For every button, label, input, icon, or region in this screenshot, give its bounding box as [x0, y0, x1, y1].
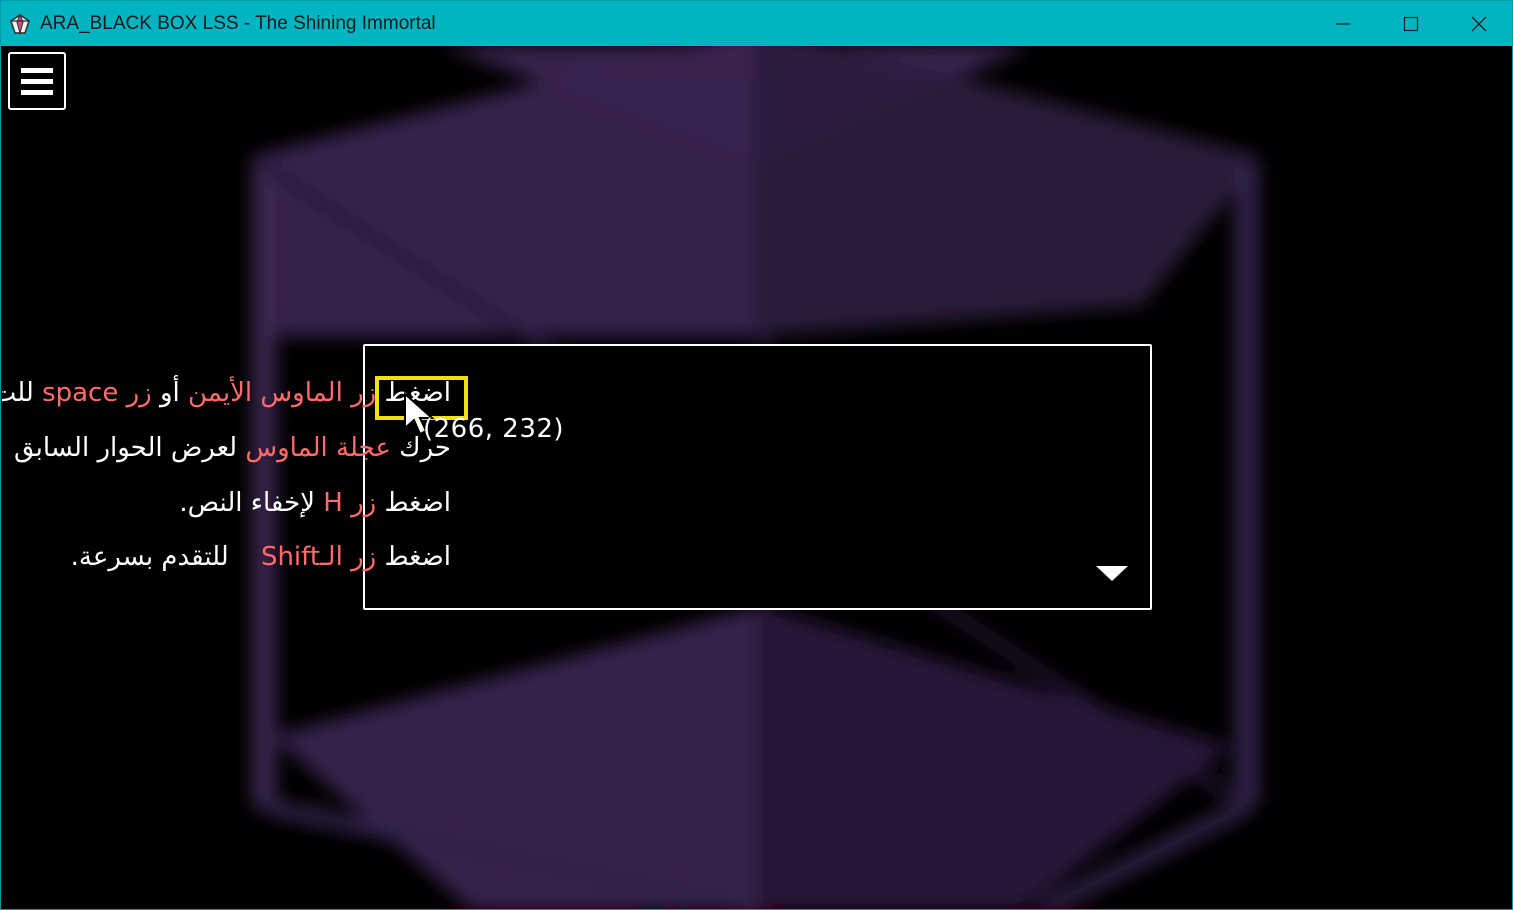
instruction-line-skip: اضغط زر الـShift للتقدم بسرعة. — [70, 542, 451, 572]
click-coordinates-label: (266, 232) — [423, 414, 565, 444]
menu-button[interactable] — [8, 52, 66, 110]
close-button[interactable] — [1445, 1, 1512, 46]
hamburger-menu-icon — [21, 67, 53, 73]
maximize-icon — [1403, 16, 1419, 31]
instruction-line-scroll: حرك عجلة الماوس لعرض الحوار السابق — [14, 433, 451, 463]
close-icon — [1471, 16, 1487, 31]
minimize-icon — [1336, 22, 1350, 25]
game-window: ARA_BLACK BOX LSS - The Shining Immortal — [0, 0, 1513, 910]
dialog-box[interactable] — [363, 344, 1152, 610]
instruction-line-hide: اضغط زر H لإخفاء النص. — [179, 488, 451, 518]
window-title: ARA_BLACK BOX LSS - The Shining Immortal — [40, 13, 436, 34]
minimize-button[interactable] — [1309, 1, 1377, 46]
game-canvas[interactable]: اضغط زر الماوس الأيمن أو زر space للت حر… — [2, 46, 1512, 909]
app-gem-icon — [10, 13, 30, 35]
maximize-button[interactable] — [1377, 1, 1445, 46]
next-arrow-icon[interactable] — [1096, 566, 1128, 581]
title-bar[interactable]: ARA_BLACK BOX LSS - The Shining Immortal — [1, 1, 1512, 46]
